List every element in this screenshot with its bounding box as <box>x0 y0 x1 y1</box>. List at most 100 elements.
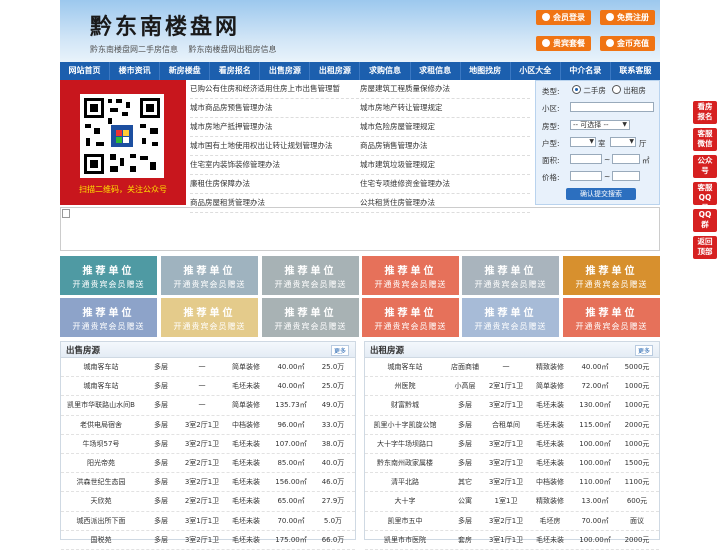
nav-agents[interactable]: 中介名录 <box>561 62 611 80</box>
vip-package-button[interactable]: 贵宾套餐 <box>536 36 591 51</box>
nav-wanted-buy[interactable]: 求购信息 <box>360 62 411 80</box>
table-row[interactable]: 凯里市市医院 套房 3室1厅1卫 毛坯未装 100.00㎡ 2000元 <box>365 531 659 550</box>
recommend-tile[interactable]: 推荐单位 开通贵宾会员赠送 <box>60 256 157 295</box>
sub-link-sale[interactable]: 黔东南楼盘网二手房信息 <box>90 45 178 54</box>
policy-link[interactable]: 住宅专项维修资金管理办法 <box>360 175 530 193</box>
policy-link[interactable]: 房屋建筑工程质量保修办法 <box>360 80 530 98</box>
ad-banner[interactable] <box>60 207 660 251</box>
nav-news[interactable]: 楼市资讯 <box>110 62 161 80</box>
table-row[interactable]: 凯里小十字凯旋公馆 多层 合租单间 毛坯未装 115.00㎡ 2000元 <box>365 416 659 435</box>
table-row[interactable]: 城西派出所下面 多层 3室1厅1卫 毛坯未装 70.00㎡ 5.0万 <box>61 512 355 531</box>
radio-rent[interactable]: 出租房 <box>612 85 646 96</box>
sub-link-rent[interactable]: 黔东南楼盘网出租房信息 <box>189 45 277 54</box>
recommend-tile[interactable]: 推荐单位 开通贵宾会员赠送 <box>462 256 559 295</box>
table-row[interactable]: 阳光帝苑 多层 2室2厅1卫 毛坯未装 85.00㎡ 40.0万 <box>61 454 355 474</box>
price-min-input[interactable] <box>570 171 602 181</box>
recommend-tile[interactable]: 推荐单位 开通贵宾会员赠送 <box>60 298 157 337</box>
recommend-tile[interactable]: 推荐单位 开通贵宾会员赠送 <box>362 298 459 337</box>
price-max-input[interactable] <box>612 171 640 181</box>
recommend-tile[interactable]: 推荐单位 开通贵宾会员赠送 <box>161 298 258 337</box>
rent-more-link[interactable]: 更多 <box>634 345 653 356</box>
listing-name[interactable]: 城南客车站 <box>61 381 141 391</box>
listing-name[interactable]: 大十字 <box>365 496 445 506</box>
policy-link[interactable]: 城市房地产抵押管理办法 <box>190 118 360 136</box>
policy-link[interactable]: 城市建筑垃圾管理规定 <box>360 156 530 174</box>
side-qq-support[interactable]: 客服QQ号 <box>693 182 717 212</box>
listing-name[interactable]: 州医院 <box>365 381 445 391</box>
login-button[interactable]: 会员登录 <box>536 10 591 25</box>
recommend-tile[interactable]: 推荐单位 开通贵宾会员赠送 <box>563 256 660 295</box>
table-row[interactable]: 大十字牛场坝路口 多层 3室2厅1卫 毛坯未装 100.00㎡ 1000元 <box>365 435 659 454</box>
table-row[interactable]: 凯里市五中 多层 3室2厅1卫 毛坯房 70.00㎡ 面议 <box>365 512 659 531</box>
table-row[interactable]: 老供电局宿舍 多层 3室2厅1卫 中档装修 96.00㎡ 33.0万 <box>61 416 355 435</box>
recommend-tile[interactable]: 推荐单位 开通贵宾会员赠送 <box>161 256 258 295</box>
table-row[interactable]: 国税苑 多层 3室2厅1卫 毛坯未装 175.00㎡ 66.0万 <box>61 531 355 550</box>
community-input[interactable] <box>570 102 654 112</box>
policy-link[interactable]: 城市商品房预售管理办法 <box>190 99 360 117</box>
side-qq-group[interactable]: QQ群 <box>693 209 717 232</box>
policy-link[interactable]: 城市危险房屋管理规定 <box>360 118 530 136</box>
table-row[interactable]: 黔东南州政家属楼 多层 3室2厅1卫 毛坯未装 100.00㎡ 1500元 <box>365 454 659 474</box>
nav-wanted-rent[interactable]: 求租信息 <box>411 62 461 80</box>
listing-name[interactable]: 城西派出所下面 <box>61 516 141 526</box>
recommend-tile[interactable]: 推荐单位 开通贵宾会员赠送 <box>262 256 359 295</box>
register-button[interactable]: 免费注册 <box>600 10 655 25</box>
nav-communities[interactable]: 小区大全 <box>511 62 561 80</box>
site-logo[interactable]: 黔东南楼盘网 <box>90 9 240 41</box>
sale-more-link[interactable]: 更多 <box>330 345 349 356</box>
recommend-tile[interactable]: 推荐单位 开通贵宾会员赠送 <box>563 298 660 337</box>
policy-link[interactable]: 城市国有土地使用权出让转让规划管理办法 <box>190 137 360 155</box>
table-row[interactable]: 城南客车站 多层 一 简单装修 40.00㎡ 25.0万 <box>61 358 355 378</box>
table-row[interactable]: 洪森世纪生态园 多层 3室2厅1卫 毛坯未装 156.00㎡ 46.0万 <box>61 473 355 493</box>
listing-name[interactable]: 黔东南州政家属楼 <box>365 458 445 468</box>
nav-viewing-signup[interactable]: 看房报名 <box>210 62 261 80</box>
table-row[interactable]: 城南客车站 店面商铺 一 精致装修 40.00㎡ 5000元 <box>365 358 659 378</box>
nav-home[interactable]: 网站首页 <box>60 62 111 80</box>
table-row[interactable]: 财富黔城 多层 3室2厅1卫 毛坯未装 130.00㎡ 1000元 <box>365 396 659 416</box>
side-back-to-top[interactable]: 返回顶部 <box>693 236 717 259</box>
listing-name[interactable]: 洪森世纪生态园 <box>61 477 141 487</box>
policy-link[interactable]: 住宅室内装饰装修管理办法 <box>190 156 360 174</box>
recommend-tile[interactable]: 推荐单位 开通贵宾会员赠送 <box>362 256 459 295</box>
nav-for-sale[interactable]: 出售房源 <box>260 62 311 80</box>
recharge-button[interactable]: 金币充值 <box>600 36 655 51</box>
recommend-tile[interactable]: 推荐单位 开通贵宾会员赠送 <box>462 298 559 337</box>
nav-for-rent[interactable]: 出租房源 <box>310 62 361 80</box>
table-row[interactable]: 凯里市华联路山水间B 多层 一 简单装修 135.73㎡ 49.0万 <box>61 396 355 416</box>
listing-name[interactable]: 城南客车站 <box>61 362 141 372</box>
table-row[interactable]: 清平北路 其它 3室2厅1卫 中档装修 110.00㎡ 1100元 <box>365 473 659 493</box>
radio-sale[interactable]: 二手房 <box>572 85 606 96</box>
room-select[interactable]: ▼ <box>570 137 596 147</box>
side-wechat-support[interactable]: 客服微信 <box>693 128 717 151</box>
listing-name[interactable]: 老供电局宿舍 <box>61 420 141 430</box>
listing-name[interactable]: 天欣苑 <box>61 496 141 506</box>
table-row[interactable]: 州医院 小高层 2室1厅1卫 简单装修 72.00㎡ 1000元 <box>365 377 659 397</box>
policy-link[interactable]: 城市房地产转让管理规定 <box>360 99 530 117</box>
policy-link[interactable]: 已购公有住房和经济适用住房上市出售管理暂 <box>190 80 360 98</box>
nav-support[interactable]: 联系客服 <box>611 62 660 80</box>
policy-link[interactable]: 廉租住房保障办法 <box>190 175 360 193</box>
listing-name[interactable]: 大十字牛场坝路口 <box>365 439 445 449</box>
area-max-input[interactable] <box>612 154 640 164</box>
listing-name[interactable]: 财富黔城 <box>365 400 445 410</box>
listing-name[interactable]: 清平北路 <box>365 477 445 487</box>
housetype-select[interactable]: -- 可选择 -- ▼ <box>570 120 630 130</box>
table-row[interactable]: 天欣苑 多层 2室2厅1卫 毛坯未装 65.00㎡ 27.9万 <box>61 492 355 512</box>
nav-new-homes[interactable]: 新房楼盘 <box>160 62 211 80</box>
listing-name[interactable]: 凯里市五中 <box>365 516 445 526</box>
area-min-input[interactable] <box>570 154 602 164</box>
listing-name[interactable]: 凯里小十字凯旋公馆 <box>365 420 445 430</box>
listing-name[interactable]: 凯里市华联路山水间B <box>61 400 141 410</box>
search-submit-button[interactable]: 确认提交搜索 <box>566 188 636 200</box>
table-row[interactable]: 牛场坝57号 多层 3室2厅1卫 毛坯未装 107.00㎡ 38.0万 <box>61 435 355 454</box>
side-viewing-signup[interactable]: 看房报名 <box>693 101 717 124</box>
nav-map-search[interactable]: 地图找房 <box>461 62 511 80</box>
side-official-account[interactable]: 公众号 <box>693 155 717 178</box>
table-row[interactable]: 大十字 公寓 1室1卫 精致装修 13.00㎡ 600元 <box>365 492 659 512</box>
listing-name[interactable]: 阳光帝苑 <box>61 458 141 468</box>
hall-select[interactable]: ▼ <box>610 137 636 147</box>
table-row[interactable]: 城南客车站 多层 一 毛坯未装 40.00㎡ 25.0万 <box>61 377 355 397</box>
policy-link[interactable]: 商品房销售管理办法 <box>360 137 530 155</box>
recommend-tile[interactable]: 推荐单位 开通贵宾会员赠送 <box>262 298 359 337</box>
listing-name[interactable]: 城南客车站 <box>365 362 445 372</box>
